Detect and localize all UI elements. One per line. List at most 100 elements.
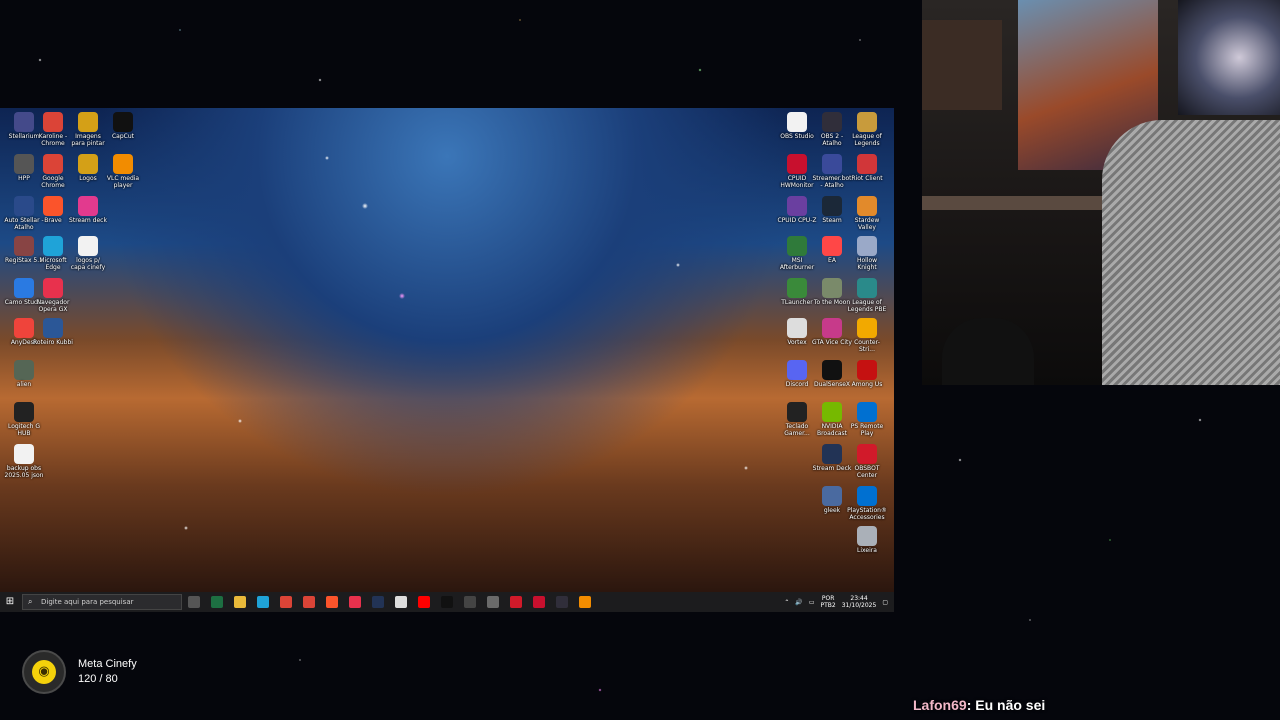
desktop-icon[interactable]: League of Legends PBE	[847, 278, 887, 313]
desktop-icon[interactable]: TLauncher	[777, 278, 817, 306]
volume-icon[interactable]: 🔊	[795, 599, 802, 606]
task-view-icon[interactable]	[188, 596, 200, 608]
file-explorer-icon[interactable]	[234, 596, 246, 608]
desktop-icon[interactable]: Stardew Valley	[847, 196, 887, 231]
desktop-icon-label: CapCut	[111, 133, 135, 140]
desktop-icon[interactable]: Stream Deck	[812, 444, 852, 472]
asi-icon	[14, 196, 34, 216]
desktop-icon[interactable]: Streamer.bot - Atalho	[812, 154, 852, 189]
desktop-icon[interactable]: Among Us	[847, 360, 887, 388]
desktop-icon[interactable]: NVIDIA Broadcast	[812, 402, 852, 437]
desktop-icon-label: League of Legends	[852, 133, 882, 147]
excel-icon[interactable]	[211, 596, 223, 608]
calculator-icon[interactable]	[464, 596, 476, 608]
vlc-icon[interactable]	[579, 596, 591, 608]
obsbot-icon[interactable]	[510, 596, 522, 608]
desktop-icon[interactable]: CPUID HWMonitor	[777, 154, 817, 189]
desktop-icon[interactable]: Steam	[812, 196, 852, 224]
desktop-icon[interactable]: Imagens para pintar	[68, 112, 108, 147]
desktop-icon-label: Vortex	[787, 339, 807, 346]
desktop-icon-label: PlayStation® Accessories	[847, 507, 887, 521]
desktop-icon[interactable]: Google Chrome	[33, 154, 73, 189]
desktop-icon[interactable]: OBS 2 - Atalho	[812, 112, 852, 147]
discord-icon	[787, 360, 807, 380]
desktop-icon[interactable]: logos p/ capa cinefy	[68, 236, 108, 271]
desktop-icon[interactable]: backup obs 2025.05 json	[4, 444, 44, 479]
goal-title: Meta Cinefy	[78, 658, 137, 670]
desktop-icon-label: Streamer.bot - Atalho	[812, 175, 852, 189]
desktop-icon[interactable]: Discord	[777, 360, 817, 388]
desktop-icon[interactable]: MSI Afterburner	[777, 236, 817, 271]
desktop-icon[interactable]: CPUID CPU-Z	[777, 196, 817, 224]
vlc-icon	[113, 154, 133, 174]
desktop-icon[interactable]: Karoline - Chrome	[33, 112, 73, 147]
desktop-icon[interactable]: CapCut	[103, 112, 143, 140]
desktop-icon-label: EA	[828, 257, 836, 264]
desktop-icon[interactable]: Counter-Stri...	[847, 318, 887, 353]
chrome-icon[interactable]	[280, 596, 292, 608]
desktop-icon[interactable]: Microsoft Edge	[33, 236, 73, 271]
opera-gx-icon[interactable]	[349, 596, 361, 608]
notepad-icon[interactable]	[395, 596, 407, 608]
taskbar-clock[interactable]: 23:44 31/10/2025	[842, 595, 877, 609]
stream-deck-icon[interactable]	[372, 596, 384, 608]
opera-gx-icon	[43, 278, 63, 298]
desktop-icon-label: CPUID CPU-Z	[777, 217, 817, 224]
desktop-icon[interactable]: PlayStation® Accessories	[847, 486, 887, 521]
tlauncher-icon	[787, 278, 807, 298]
notifications-icon[interactable]: ▢	[882, 599, 888, 606]
edge-icon[interactable]	[257, 596, 269, 608]
desktop-icon-label: OBS Studio	[780, 133, 814, 140]
desktop-icon[interactable]: Lixeira	[847, 526, 887, 554]
desktop-icon[interactable]: Navegador Opera GX	[33, 278, 73, 313]
desktop-icon-label: Logos	[79, 175, 97, 182]
goal-widget: ◉ Meta Cinefy 120 / 80	[22, 650, 137, 694]
hpp-icon	[14, 154, 34, 174]
desktop-icon[interactable]: Vortex	[777, 318, 817, 346]
desktop-icon[interactable]: gleek	[812, 486, 852, 514]
file-icon	[78, 236, 98, 256]
desktop-icon[interactable]: OBS Studio	[777, 112, 817, 140]
snipping-tool-icon[interactable]	[487, 596, 499, 608]
start-button[interactable]: ⊞	[4, 596, 16, 608]
playstation-icon	[857, 486, 877, 506]
desktop-icon[interactable]: EA	[812, 236, 852, 264]
desktop-icon[interactable]: Teclado Gamer...	[777, 402, 817, 437]
obs-icon[interactable]	[556, 596, 568, 608]
youtube-icon[interactable]	[418, 596, 430, 608]
network-icon[interactable]: ▭	[809, 599, 815, 606]
chrome-icon[interactable]	[303, 596, 315, 608]
desktop-icon-label: TLauncher	[781, 299, 813, 306]
capcut-icon	[113, 112, 133, 132]
hwmonitor-icon[interactable]	[533, 596, 545, 608]
webcam-feed	[922, 0, 1280, 385]
riot-icon	[857, 154, 877, 174]
desktop-icon[interactable]: League of Legends	[847, 112, 887, 147]
desktop-icon[interactable]: VLC media player	[103, 154, 143, 189]
desktop-icon-label: MSI Afterburner	[779, 257, 815, 271]
desktop-icon[interactable]: DualSenseX	[812, 360, 852, 388]
desktop-icon-label: Lixeira	[857, 547, 877, 554]
chevron-up-icon[interactable]: ⌃	[784, 599, 789, 606]
desktop-icon[interactable]: OBSBOT Center	[847, 444, 887, 479]
desktop-icon[interactable]: GTA Vice City	[812, 318, 852, 346]
capcut-icon[interactable]	[441, 596, 453, 608]
desktop-icon[interactable]: Riot Client	[847, 154, 887, 182]
taskbar-search-box[interactable]: ⌕ Digite aqui para pesquisar	[22, 594, 182, 610]
desktop-icon[interactable]: Logitech G HUB	[4, 402, 44, 437]
desktop-icon[interactable]: alien	[4, 360, 44, 388]
desktop-icon[interactable]: Logos	[68, 154, 108, 182]
desktop-icon[interactable]: To the Moon	[812, 278, 852, 306]
brave-icon[interactable]	[326, 596, 338, 608]
desktop-icon-label: Riot Client	[851, 175, 883, 182]
input-language[interactable]: POR PTB2	[821, 595, 836, 609]
steam-icon	[822, 196, 842, 216]
obsbot-icon	[857, 444, 877, 464]
anydesk-icon	[14, 318, 34, 338]
desktop-icon[interactable]: Stream deck	[68, 196, 108, 224]
brave-icon	[43, 196, 63, 216]
desktop-icon[interactable]: PS Remote Play	[847, 402, 887, 437]
desktop-icon[interactable]: Roteiro Kubbi	[33, 318, 73, 346]
desktop-icon[interactable]: Brave	[33, 196, 73, 224]
desktop-icon[interactable]: Hollow Knight	[847, 236, 887, 271]
